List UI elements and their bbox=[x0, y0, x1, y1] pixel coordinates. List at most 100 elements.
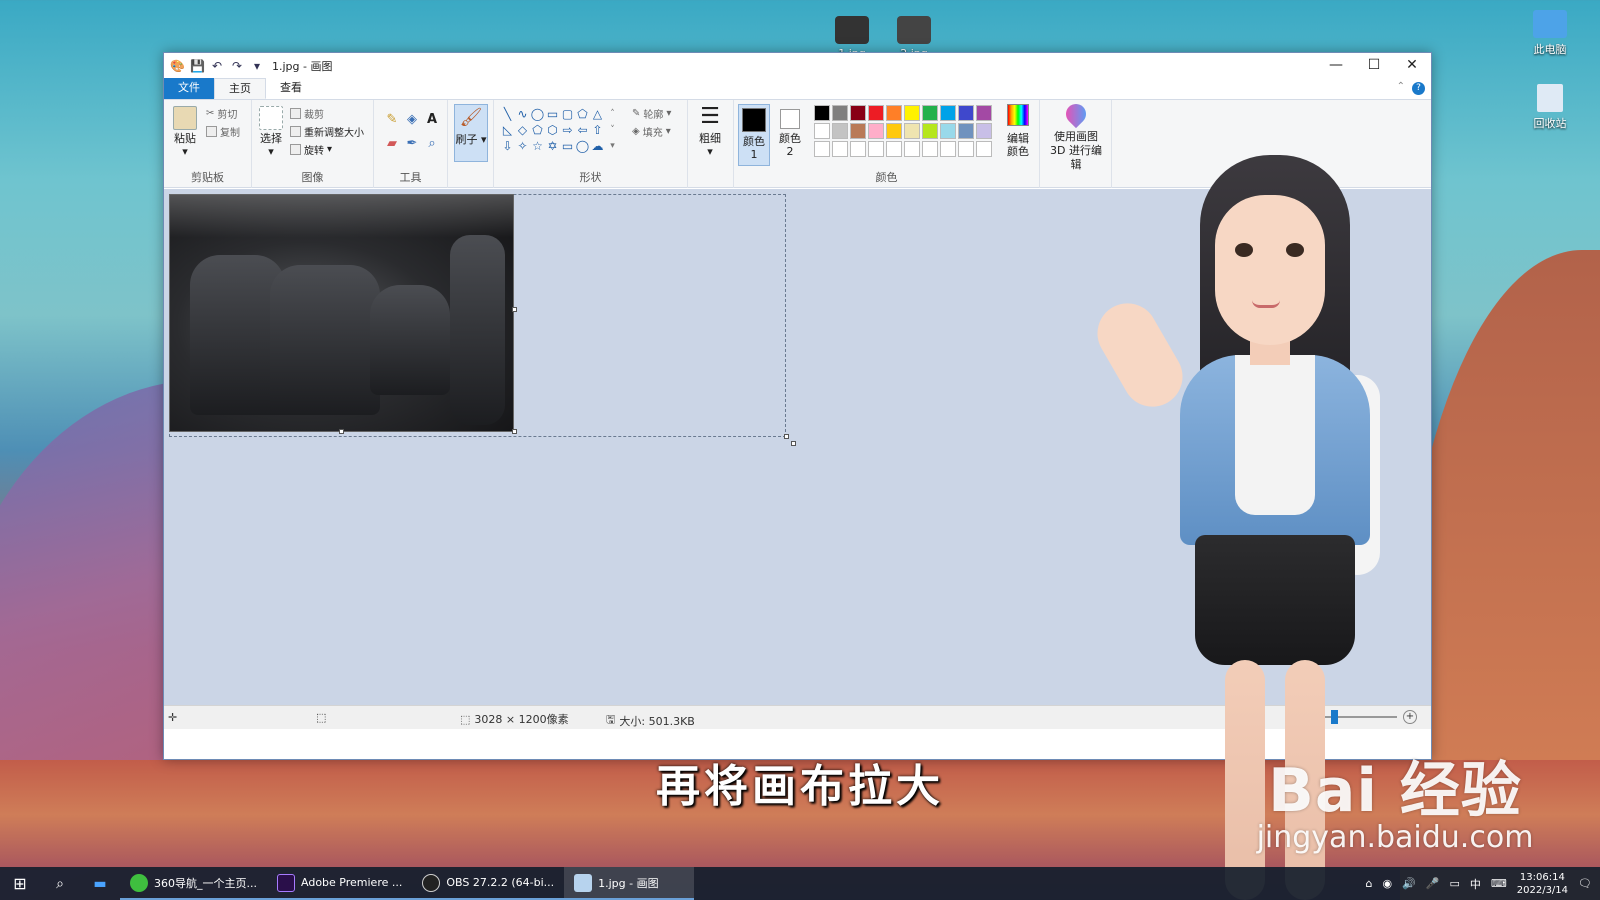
palette-swatch[interactable] bbox=[976, 123, 992, 139]
rectangle-shape-icon[interactable]: ▭ bbox=[545, 106, 560, 122]
color1-button[interactable]: 颜色 1 bbox=[738, 104, 770, 166]
canvas-resize-handle[interactable] bbox=[784, 434, 789, 439]
network-icon[interactable]: ⌂ bbox=[1365, 877, 1372, 890]
crop-button[interactable]: 裁剪 bbox=[290, 106, 324, 121]
palette-swatch[interactable] bbox=[886, 141, 902, 157]
scroll-down-icon[interactable]: ˅ bbox=[605, 122, 620, 138]
palette-swatch[interactable] bbox=[922, 105, 938, 121]
diamond-shape-icon[interactable]: ◇ bbox=[515, 122, 530, 138]
curve-shape-icon[interactable]: ∿ bbox=[515, 106, 530, 122]
palette-swatch[interactable] bbox=[940, 123, 956, 139]
customize-dropdown-icon[interactable]: ▾ bbox=[250, 59, 264, 73]
palette-swatch[interactable] bbox=[886, 105, 902, 121]
edit-colors-button[interactable]: 编辑颜色 bbox=[1002, 104, 1034, 158]
triangle-shape-icon[interactable]: △ bbox=[590, 106, 605, 122]
palette-swatch[interactable] bbox=[832, 123, 848, 139]
palette-swatch[interactable] bbox=[850, 123, 866, 139]
fill-button[interactable]: ◈ 填充 ▾ bbox=[632, 124, 671, 139]
size-button[interactable]: ☰ 粗细 ▾ bbox=[694, 106, 726, 159]
oval-shape-icon[interactable]: ◯ bbox=[530, 106, 545, 122]
palette-swatch[interactable] bbox=[958, 105, 974, 121]
callout-cloud-shape-icon[interactable]: ☁ bbox=[590, 138, 605, 154]
volume-icon[interactable]: 🔊 bbox=[1402, 877, 1416, 890]
color2-button[interactable]: 颜色 2 bbox=[774, 104, 806, 166]
clock[interactable]: 13:06:14 2022/3/14 bbox=[1517, 871, 1568, 897]
callout-rect-shape-icon[interactable]: ▭ bbox=[560, 138, 575, 154]
image-resize-handle[interactable] bbox=[339, 429, 344, 434]
palette-swatch[interactable] bbox=[940, 141, 956, 157]
select-button[interactable]: 选择 ▾ bbox=[258, 106, 284, 158]
palette-swatch[interactable] bbox=[958, 123, 974, 139]
arrow-down-shape-icon[interactable]: ⇩ bbox=[500, 138, 515, 154]
taskbar-app-premiere[interactable]: Adobe Premiere ... bbox=[267, 867, 413, 900]
magnifier-icon[interactable]: ⌕ bbox=[424, 136, 440, 152]
paint-app-icon[interactable]: 🎨 bbox=[170, 59, 185, 73]
save-icon[interactable]: 💾 bbox=[190, 59, 205, 73]
display-icon[interactable]: ▭ bbox=[1449, 877, 1459, 890]
redo-icon[interactable]: ↷ bbox=[230, 59, 244, 73]
palette-swatch[interactable] bbox=[904, 141, 920, 157]
undo-icon[interactable]: ↶ bbox=[210, 59, 224, 73]
palette-swatch[interactable] bbox=[904, 105, 920, 121]
palette-swatch[interactable] bbox=[814, 123, 830, 139]
copy-button[interactable]: 复制 bbox=[206, 124, 240, 139]
color-picker-icon[interactable]: ✒ bbox=[404, 136, 420, 152]
close-button[interactable]: ✕ bbox=[1393, 53, 1431, 79]
palette-swatch[interactable] bbox=[976, 141, 992, 157]
palette-swatch[interactable] bbox=[976, 105, 992, 121]
star6-shape-icon[interactable]: ✡ bbox=[545, 138, 560, 154]
right-triangle-shape-icon[interactable]: ◺ bbox=[500, 122, 515, 138]
car-interior-photo[interactable] bbox=[169, 194, 514, 432]
outline-button[interactable]: ✎ 轮廓 ▾ bbox=[632, 106, 671, 121]
rotate-button[interactable]: 旋转 ▾ bbox=[290, 142, 332, 157]
taskbar-app-paint[interactable]: 1.jpg - 画图 bbox=[564, 867, 695, 900]
polygon-shape-icon[interactable]: ⬠ bbox=[575, 106, 590, 122]
star5-shape-icon[interactable]: ☆ bbox=[530, 138, 545, 154]
arrow-left-shape-icon[interactable]: ⇦ bbox=[575, 122, 590, 138]
keyboard-icon[interactable]: ⌨ bbox=[1491, 877, 1507, 890]
hexagon-shape-icon[interactable]: ⬡ bbox=[545, 122, 560, 138]
search-icon[interactable]: ⌕ bbox=[40, 876, 80, 892]
pentagon-shape-icon[interactable]: ⬠ bbox=[530, 122, 545, 138]
fill-bucket-icon[interactable]: ◈ bbox=[404, 112, 420, 128]
palette-swatch[interactable] bbox=[850, 105, 866, 121]
taskbar-app-360[interactable]: 360导航_一个主页... bbox=[120, 867, 267, 900]
palette-swatch[interactable] bbox=[940, 105, 956, 121]
tab-file[interactable]: 文件 bbox=[164, 78, 214, 99]
tab-view[interactable]: 查看 bbox=[266, 78, 316, 99]
microphone-icon[interactable]: 🎤 bbox=[1426, 877, 1440, 890]
security-icon[interactable]: ◉ bbox=[1382, 877, 1392, 890]
palette-swatch[interactable] bbox=[814, 105, 830, 121]
brushes-button[interactable]: 🖌 刷子 ▾ bbox=[454, 104, 488, 162]
palette-swatch[interactable] bbox=[904, 123, 920, 139]
maximize-button[interactable]: ☐ bbox=[1355, 53, 1393, 79]
notification-icon[interactable]: 🗨 bbox=[1578, 877, 1592, 890]
cut-button[interactable]: ✂ 剪切 bbox=[206, 106, 237, 121]
callout-oval-shape-icon[interactable]: ◯ bbox=[575, 138, 590, 154]
taskbar-app-obs[interactable]: OBS 27.2.2 (64-bi... bbox=[412, 867, 565, 900]
palette-swatch[interactable] bbox=[832, 105, 848, 121]
start-button[interactable]: ⊞ bbox=[0, 874, 40, 893]
palette-swatch[interactable] bbox=[922, 141, 938, 157]
eraser-icon[interactable]: ▰ bbox=[384, 136, 400, 152]
tab-home[interactable]: 主页 bbox=[214, 78, 266, 99]
palette-swatch[interactable] bbox=[958, 141, 974, 157]
palette-swatch[interactable] bbox=[850, 141, 866, 157]
minimize-button[interactable]: — bbox=[1317, 53, 1355, 79]
text-tool-icon[interactable]: A bbox=[424, 112, 440, 128]
pencil-icon[interactable]: ✎ bbox=[384, 112, 400, 128]
palette-swatch[interactable] bbox=[832, 141, 848, 157]
palette-swatch[interactable] bbox=[922, 123, 938, 139]
palette-swatch[interactable] bbox=[868, 105, 884, 121]
palette-swatch[interactable] bbox=[868, 123, 884, 139]
desktop-icon-this-pc[interactable]: 此电脑 bbox=[1520, 10, 1580, 57]
line-shape-icon[interactable]: ╲ bbox=[500, 106, 515, 122]
arrow-up-shape-icon[interactable]: ⇧ bbox=[590, 122, 605, 138]
rounded-rect-shape-icon[interactable]: ▢ bbox=[560, 106, 575, 122]
resize-button[interactable]: 重新调整大小 bbox=[290, 124, 364, 139]
palette-swatch[interactable] bbox=[814, 141, 830, 157]
palette-swatch[interactable] bbox=[868, 141, 884, 157]
paste-button[interactable]: 粘贴 ▾ bbox=[170, 106, 200, 158]
task-view-icon[interactable]: ▬ bbox=[80, 876, 120, 892]
image-resize-handle[interactable] bbox=[512, 307, 517, 312]
